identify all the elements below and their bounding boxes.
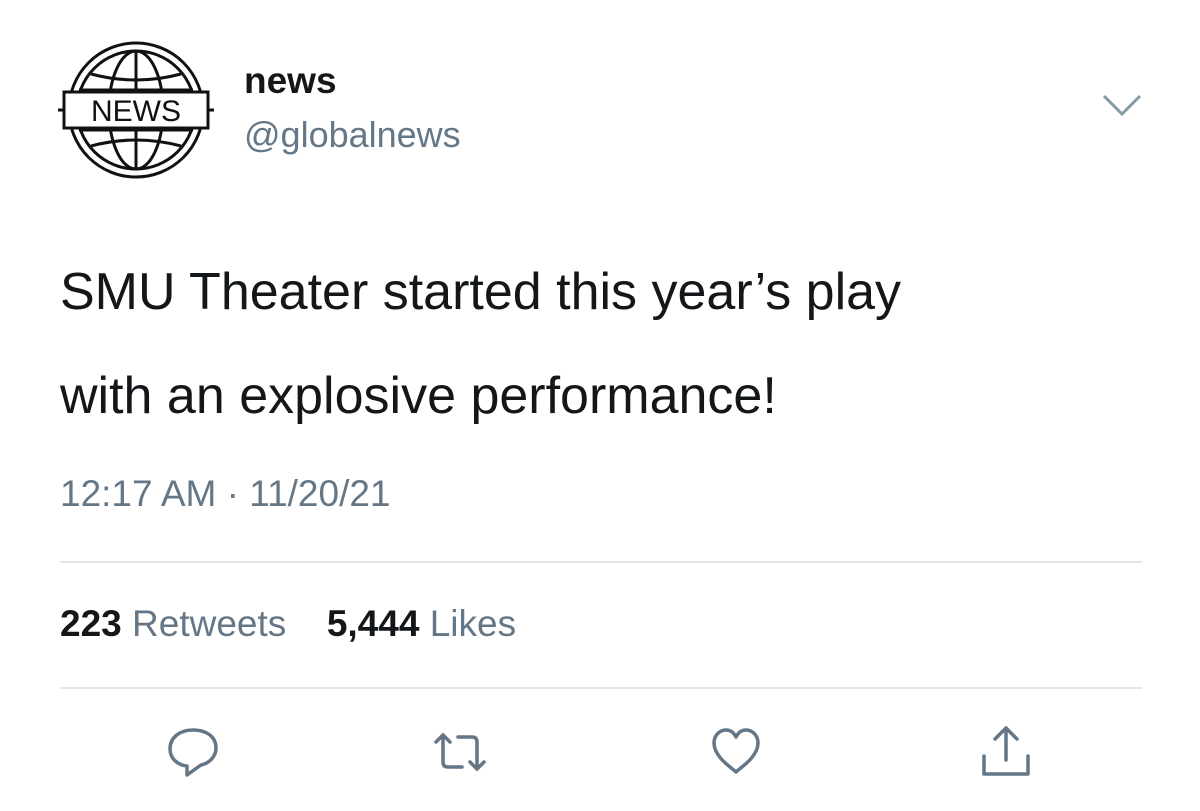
share-icon — [982, 726, 1030, 776]
share-button[interactable] — [978, 724, 1034, 780]
chevron-down-icon — [1102, 94, 1142, 117]
tweet-options-button[interactable] — [1101, 92, 1143, 118]
engagement-stats: 223 Retweets 5,444 Likes — [60, 603, 516, 645]
retweets-label: Retweets — [132, 603, 287, 644]
divider — [60, 687, 1142, 689]
tweet-text: SMU Theater started this year’s play wit… — [60, 240, 1160, 448]
retweet-icon — [434, 733, 486, 771]
tweet-text-line: SMU Theater started this year’s play — [60, 263, 902, 321]
tweet-date: 11/20/21 — [249, 473, 391, 514]
tweet-timestamp: 12:17 AM · 11/20/21 — [60, 473, 391, 515]
tweet-text-line: with an explosive performance! — [60, 367, 777, 425]
author-name[interactable]: news — [244, 60, 337, 102]
reply-button[interactable] — [165, 724, 221, 780]
avatar[interactable]: NEWS — [58, 38, 214, 182]
avatar-logo-text: NEWS — [91, 95, 181, 128]
like-button[interactable] — [708, 724, 764, 780]
likes-label: Likes — [429, 603, 517, 644]
divider — [60, 561, 1142, 563]
tweet-time: 12:17 AM — [60, 473, 217, 514]
retweet-button[interactable] — [432, 724, 488, 780]
author-handle[interactable]: @globalnews — [244, 114, 461, 156]
likes-count: 5,444 — [326, 603, 420, 644]
retweets-count: 223 — [60, 603, 122, 644]
retweets-stat[interactable]: 223 Retweets — [60, 603, 297, 644]
timestamp-separator: · — [226, 473, 239, 514]
likes-stat[interactable]: 5,444 Likes — [327, 603, 516, 644]
news-globe-logo: NEWS — [58, 41, 214, 179]
heart-icon — [712, 728, 760, 774]
reply-icon — [168, 728, 218, 777]
